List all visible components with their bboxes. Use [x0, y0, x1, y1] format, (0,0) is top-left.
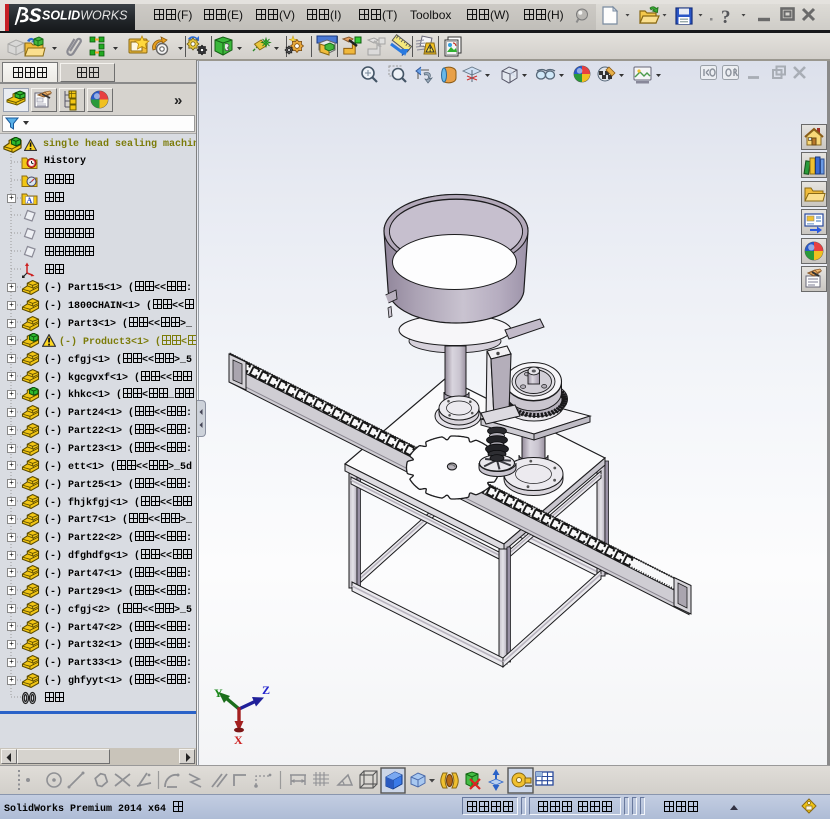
svg-text:A: A	[27, 196, 33, 205]
svg-text:?: ?	[721, 7, 731, 27]
svg-text:X: X	[234, 733, 243, 747]
svg-text:Y: Y	[214, 686, 223, 700]
svg-text:Z: Z	[262, 683, 270, 697]
svg-text:SOLIDWORKS: SOLIDWORKS	[42, 9, 128, 23]
